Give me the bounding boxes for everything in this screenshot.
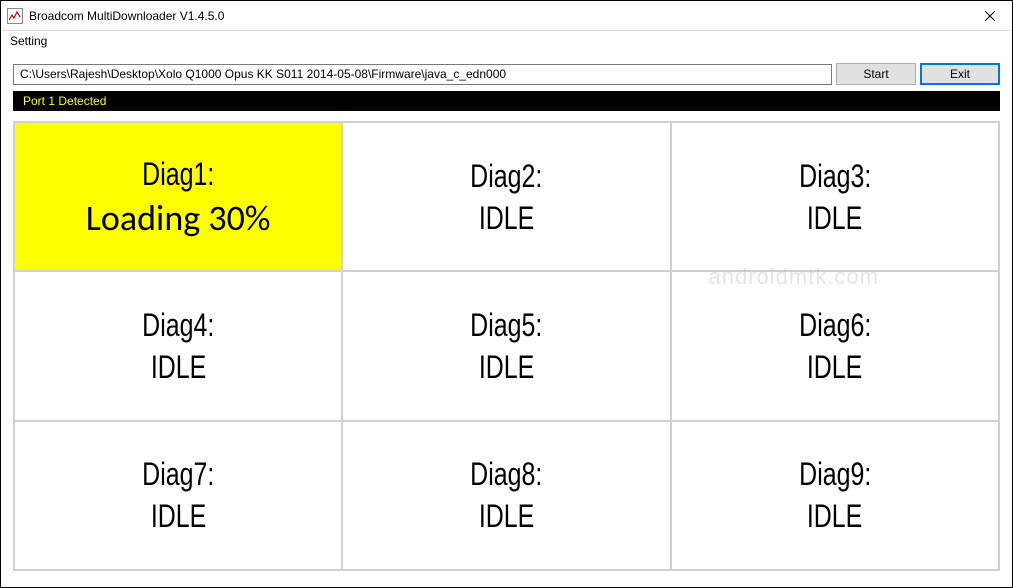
diag-cell-5: Diag5: IDLE [342,271,670,420]
diag-status: IDLE [479,351,534,383]
diag-cell-6: Diag6: IDLE [671,271,999,420]
diag-status: IDLE [150,351,205,383]
window-title: Broadcom MultiDownloader V1.4.5.0 [29,9,967,23]
status-strip: Port 1 Detected [13,91,1000,111]
diag-status: IDLE [479,202,534,234]
client-area: Start Exit Port 1 Detected Diag1: Loadin… [1,51,1012,579]
diag-cell-3: Diag3: IDLE [671,122,999,271]
diag-title: Diag1: [142,158,214,190]
diag-cell-1: Diag1: Loading 30% [14,122,342,271]
diag-title: Diag9: [799,458,871,490]
diag-title: Diag2: [470,160,542,192]
start-button[interactable]: Start [836,63,916,85]
diag-cell-7: Diag7: IDLE [14,421,342,570]
diag-title: Diag4: [142,309,214,341]
diag-cell-9: Diag9: IDLE [671,421,999,570]
diag-title: Diag3: [799,160,871,192]
menu-setting[interactable]: Setting [5,33,52,49]
toolbar-row: Start Exit [13,63,1000,85]
diag-status: Loading 30% [86,200,271,236]
diag-cell-2: Diag2: IDLE [342,122,670,271]
exit-button[interactable]: Exit [920,63,1000,85]
app-icon [7,8,23,24]
diag-status: IDLE [807,351,862,383]
diag-title: Diag7: [142,458,214,490]
status-text: Port 1 Detected [23,94,106,108]
diag-status: IDLE [479,500,534,532]
diag-status: IDLE [807,202,862,234]
diag-title: Diag6: [799,309,871,341]
titlebar: Broadcom MultiDownloader V1.4.5.0 [1,1,1012,31]
diag-title: Diag5: [470,309,542,341]
diag-cell-4: Diag4: IDLE [14,271,342,420]
close-button[interactable] [967,1,1012,30]
diag-title: Diag8: [470,458,542,490]
diag-cell-8: Diag8: IDLE [342,421,670,570]
firmware-path-input[interactable] [13,64,832,85]
diag-status: IDLE [150,500,205,532]
diag-grid: Diag1: Loading 30% Diag2: IDLE Diag3: ID… [13,121,1000,571]
diag-status: IDLE [807,500,862,532]
menubar: Setting [1,31,1012,51]
